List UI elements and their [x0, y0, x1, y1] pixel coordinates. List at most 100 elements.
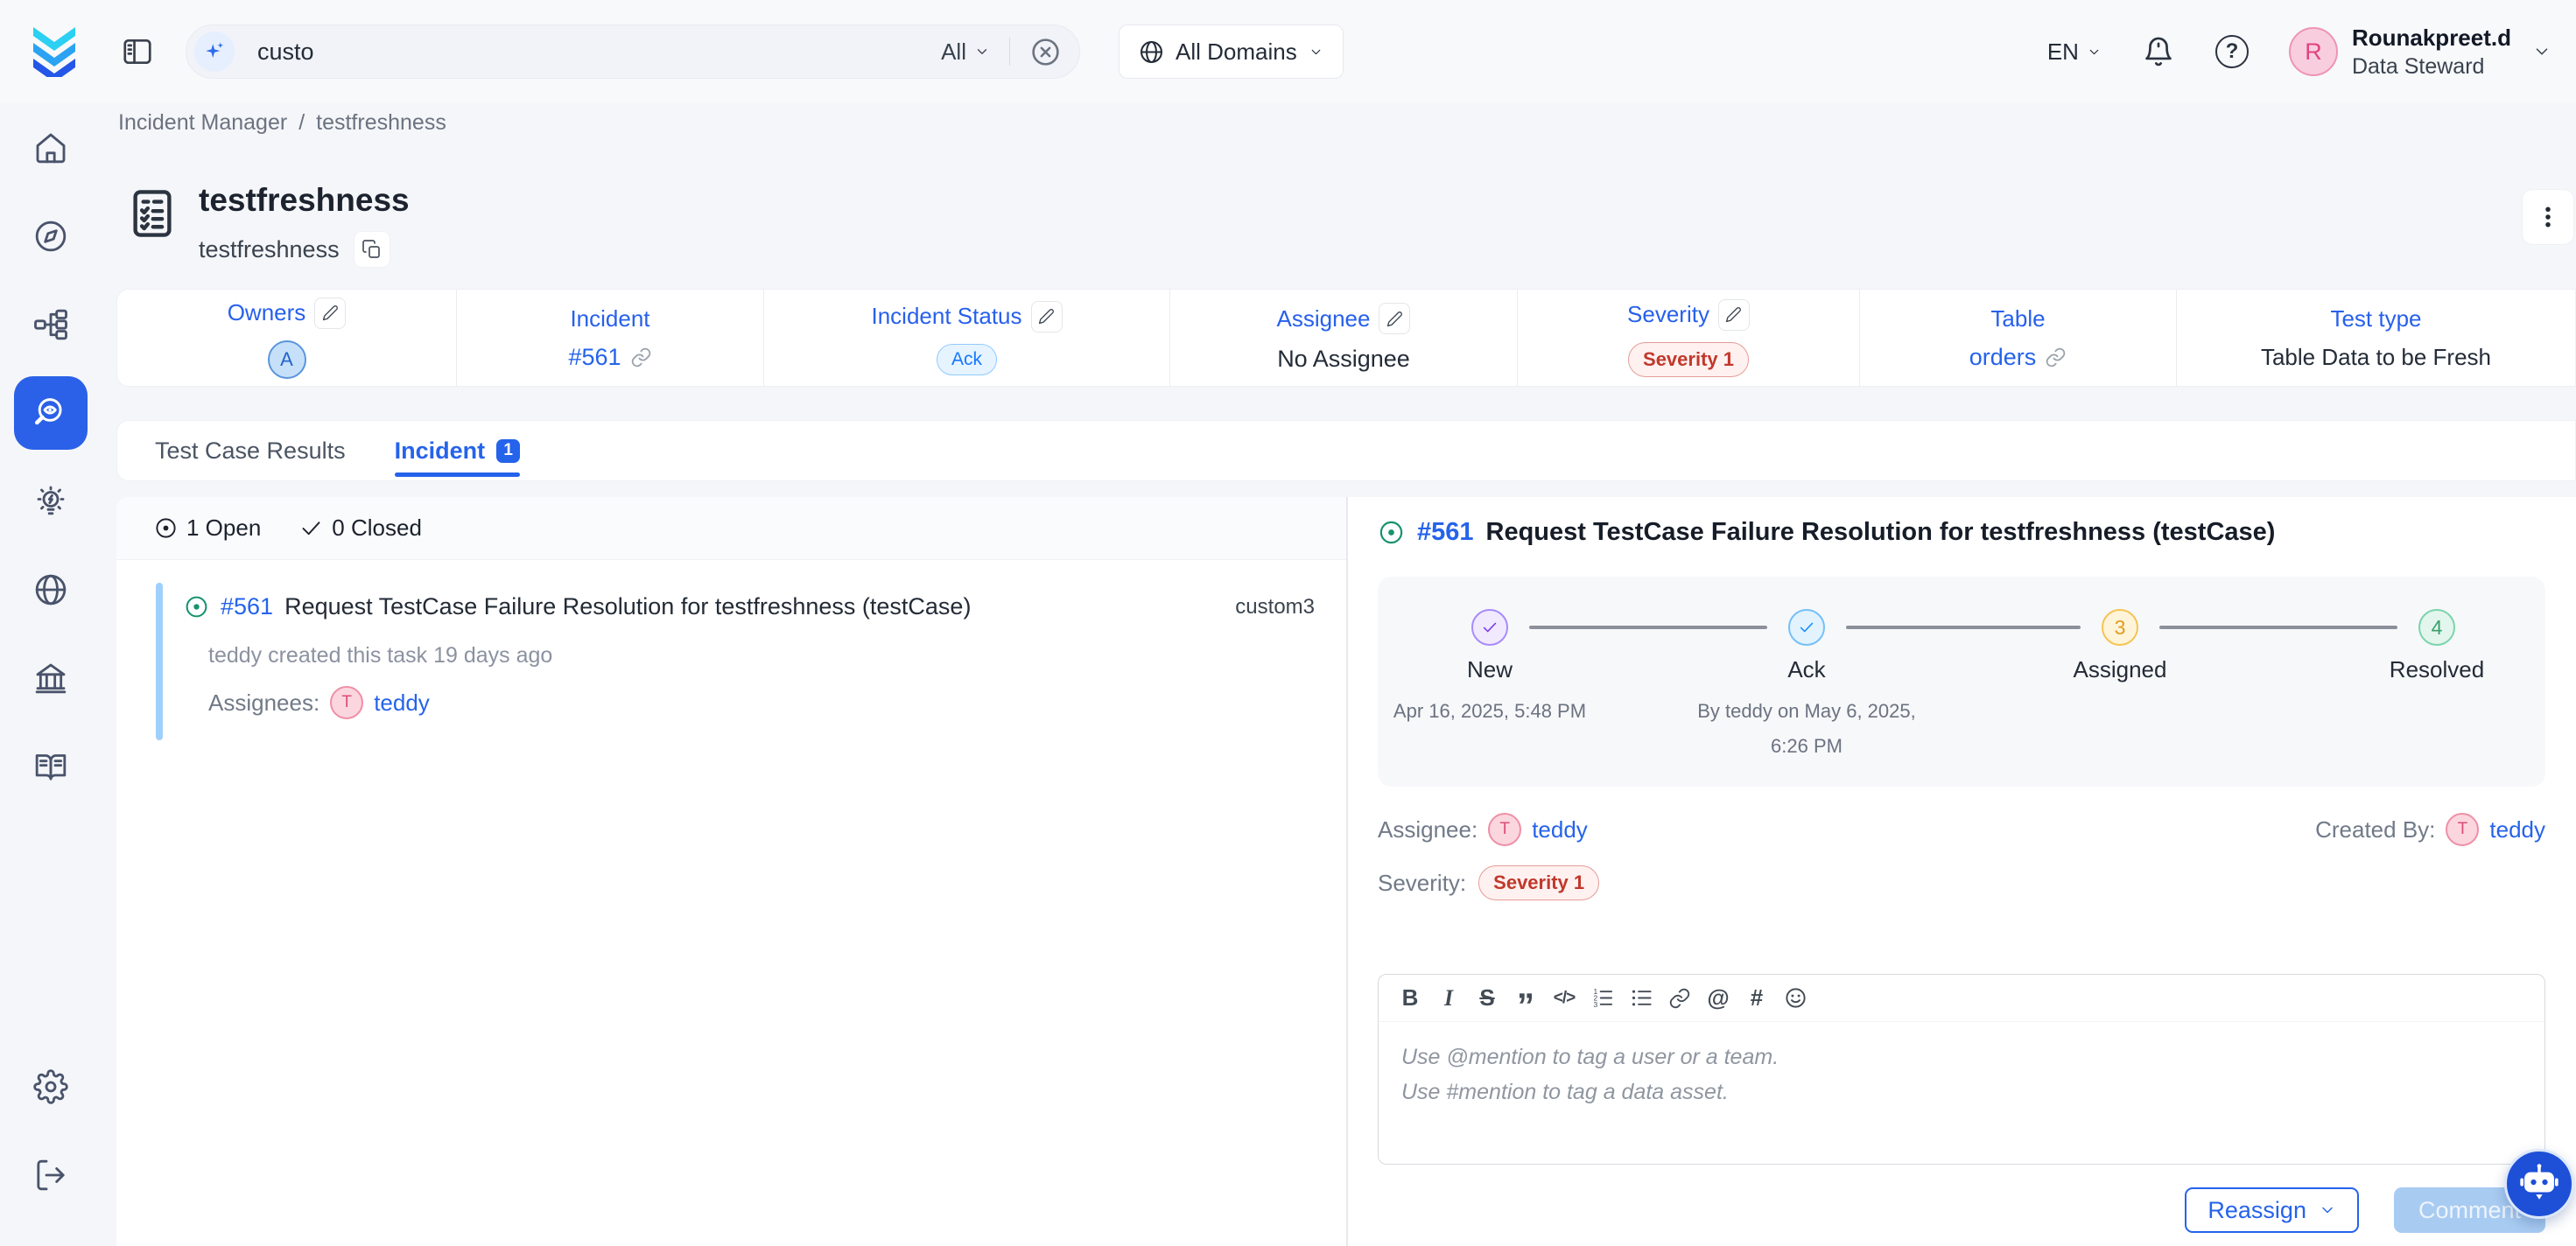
ai-sparkle-icon[interactable] — [194, 32, 235, 72]
notifications-button[interactable] — [2142, 35, 2175, 68]
nav-logout[interactable] — [14, 1138, 88, 1212]
assignee-value: No Assignee — [1277, 346, 1410, 373]
incident-label: Incident — [570, 305, 649, 332]
italic-icon[interactable]: I — [1429, 979, 1468, 1018]
globe-icon — [1139, 39, 1164, 65]
summary-assignee: Assignee No Assignee — [1169, 290, 1517, 386]
link-icon[interactable] — [2045, 346, 2067, 368]
table-label: Table — [1990, 305, 2045, 332]
user-menu-chevron-icon[interactable] — [2532, 42, 2551, 61]
tab-label: Test Case Results — [155, 438, 346, 465]
user-menu[interactable]: R Rounakpreet.d Data Steward — [2289, 24, 2511, 80]
summary-incident: Incident #561 — [456, 290, 763, 386]
bold-icon[interactable]: B — [1391, 979, 1429, 1018]
tab-incident[interactable]: Incident 1 — [395, 421, 521, 480]
detail-assignee: Assignee: T teddy — [1378, 813, 1588, 846]
assignees-label: Assignees: — [208, 690, 319, 717]
emoji-icon[interactable] — [1776, 979, 1814, 1018]
nav-home[interactable] — [14, 111, 88, 185]
compass-icon — [33, 219, 68, 254]
tab-label: Incident — [395, 438, 486, 465]
language-dropdown[interactable]: EN — [2047, 38, 2102, 66]
nav-settings[interactable] — [14, 1050, 88, 1124]
sidebar-toggle-button[interactable] — [121, 35, 154, 68]
search-scope-dropdown[interactable]: All — [941, 38, 990, 66]
incident-counts-header: 1 Open 0 Closed — [116, 497, 1346, 560]
global-search-bar[interactable]: custo All — [186, 24, 1080, 79]
search-input[interactable]: custo — [257, 38, 941, 66]
user-avatar: R — [2289, 27, 2338, 76]
owners-label: Owners — [228, 299, 306, 326]
robot-icon — [2516, 1161, 2562, 1207]
search-scope-label: All — [941, 38, 966, 66]
mention-icon[interactable]: @ — [1699, 979, 1737, 1018]
creator-avatar: T — [2446, 813, 2479, 846]
owner-avatar[interactable]: A — [268, 340, 306, 379]
blockquote-icon[interactable]: ” — [1506, 979, 1545, 1018]
incident-list-item[interactable]: #561 Request TestCase Failure Resolution… — [156, 583, 1315, 740]
nav-lineage[interactable] — [14, 288, 88, 361]
edit-severity-button[interactable] — [1718, 299, 1750, 331]
nav-insights[interactable] — [14, 465, 88, 538]
more-menu-button[interactable] — [2522, 189, 2574, 245]
copy-button[interactable] — [354, 231, 390, 268]
nav-governance[interactable] — [14, 641, 88, 715]
side-nav — [0, 103, 101, 1246]
reassign-button[interactable]: Reassign — [2185, 1187, 2359, 1233]
search-clear-button[interactable] — [1029, 36, 1062, 68]
step-label: Assigned — [2074, 656, 2167, 683]
chevron-down-icon — [2087, 45, 2102, 60]
breadcrumb-separator: / — [298, 110, 305, 136]
detail-created-by: Created By: T teddy — [2315, 813, 2545, 846]
nav-data-quality[interactable] — [14, 376, 88, 450]
incident-id-link[interactable]: #561 — [568, 344, 621, 371]
nav-web[interactable] — [14, 553, 88, 626]
tab-test-case-results[interactable]: Test Case Results — [155, 421, 346, 480]
test-type-label: Test type — [2330, 305, 2421, 332]
ordered-list-icon[interactable]: 1 2 3 — [1583, 979, 1622, 1018]
nav-explore[interactable] — [14, 200, 88, 273]
edit-owners-button[interactable] — [314, 298, 346, 329]
app-logo-icon[interactable] — [26, 24, 82, 79]
open-book-icon — [33, 749, 68, 784]
breadcrumb-parent[interactable]: Incident Manager — [118, 110, 287, 136]
incident-tag: custom3 — [1235, 595, 1315, 620]
assignee-link[interactable]: teddy — [374, 690, 430, 717]
bullet-list-icon[interactable] — [1622, 979, 1660, 1018]
creator-link[interactable]: teddy — [2489, 816, 2545, 844]
table-link[interactable]: orders — [1969, 344, 2037, 371]
hashtag-icon[interactable]: # — [1737, 979, 1776, 1018]
strikethrough-icon[interactable]: S — [1468, 979, 1506, 1018]
pencil-icon — [1725, 306, 1742, 323]
chevron-down-icon — [974, 44, 990, 60]
assignee-label: Assignee: — [1378, 816, 1478, 844]
detail-severity: Severity: Severity 1 — [1378, 865, 2545, 900]
insights-icon — [33, 484, 68, 519]
link-icon[interactable] — [1660, 979, 1699, 1018]
comment-input[interactable]: Use @mention to tag a user or a team. Us… — [1379, 1022, 2544, 1165]
step-new: New Apr 16, 2025, 5:48 PM — [1376, 609, 1604, 729]
severity-badge: Severity 1 — [1478, 865, 1599, 900]
step-assigned: 3 Assigned — [2006, 609, 2234, 683]
incident-id-link[interactable]: #561 — [221, 593, 273, 620]
summary-table: Table orders — [1859, 290, 2176, 386]
incident-list-panel: 1 Open 0 Closed #561 Request TestCase Fa… — [116, 497, 1348, 1246]
help-button[interactable]: ? — [2215, 35, 2249, 68]
summary-status: Incident Status Ack — [763, 290, 1169, 386]
edit-assignee-button[interactable] — [1379, 303, 1410, 334]
nav-glossary[interactable] — [14, 730, 88, 803]
summary-severity: Severity Severity 1 — [1517, 290, 1859, 386]
edit-status-button[interactable] — [1031, 301, 1063, 332]
page-subtitle: testfreshness — [199, 236, 340, 263]
breadcrumb: Incident Manager / testfreshness — [118, 110, 446, 136]
user-name: Rounakpreet.d — [2352, 24, 2511, 52]
link-icon[interactable] — [630, 346, 652, 368]
assignee-link[interactable]: teddy — [1532, 816, 1588, 844]
incident-id-link[interactable]: #561 — [1417, 518, 1474, 547]
code-icon[interactable]: </> — [1545, 979, 1583, 1018]
chevron-down-icon — [2319, 1201, 2336, 1219]
assignee-avatar: T — [1488, 813, 1521, 846]
all-domains-dropdown[interactable]: All Domains — [1119, 24, 1344, 79]
step-ack: Ack By teddy on May 6, 2025, 6:26 PM — [1693, 609, 1920, 764]
chatbot-button[interactable] — [2504, 1149, 2574, 1219]
